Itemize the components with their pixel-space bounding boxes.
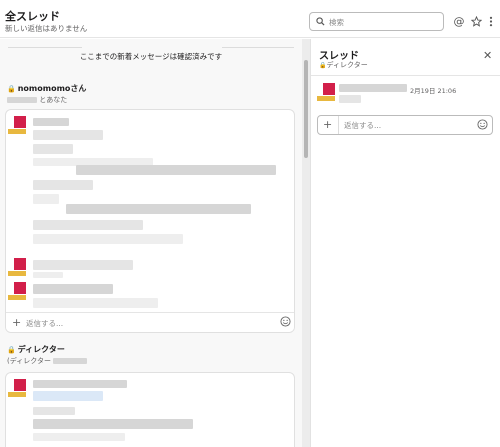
conversation-title[interactable]: 🔒 nomomomoさん	[7, 83, 86, 94]
thread-panel: スレッド 🔒ディレクター ✕ 2月19日 21:06 + 返信する...	[311, 39, 500, 447]
redacted-text	[33, 433, 125, 441]
reply-box-separator	[338, 116, 339, 134]
message-card: + 返信する...	[5, 109, 295, 333]
search-input[interactable]	[329, 15, 439, 29]
threads-feed: ここまでの新着メッセージは確認済みです 🔒 nomomomoさん とあなた + …	[0, 39, 302, 447]
redacted-text	[33, 144, 73, 154]
mention-icon[interactable]: @	[452, 14, 466, 28]
redacted-text	[76, 165, 276, 175]
redacted-text	[33, 407, 75, 415]
star-icon[interactable]	[469, 14, 483, 28]
avatar[interactable]	[8, 379, 26, 397]
redacted-text	[33, 194, 59, 204]
redacted-name	[53, 358, 88, 364]
redacted-text	[33, 272, 63, 278]
page-subtitle: 新しい返信はありません	[5, 24, 88, 33]
conversation-name: ディレクター	[17, 345, 65, 354]
close-icon[interactable]: ✕	[483, 49, 492, 62]
more-icon[interactable]	[484, 14, 498, 28]
reply-placeholder: 返信する...	[26, 319, 64, 328]
conversation-name: nomomomoさん	[17, 84, 87, 93]
redacted-text	[33, 391, 103, 401]
thread-channel-name: ディレクター	[326, 61, 368, 69]
conversation-title[interactable]: 🔒 ディレクター	[7, 344, 65, 355]
redacted-text	[33, 419, 193, 429]
thread-divider	[311, 75, 500, 76]
redacted-text	[33, 234, 183, 244]
read-notice: ここまでの新着メッセージは確認済みです	[79, 52, 223, 61]
conversation-members: とあなた	[39, 96, 68, 104]
message-card	[5, 372, 295, 447]
plus-icon[interactable]: +	[12, 316, 21, 329]
redacted-name	[339, 84, 407, 92]
page-title: 全スレッド	[5, 10, 60, 23]
redacted-text	[33, 130, 103, 140]
avatar[interactable]	[317, 83, 335, 101]
redacted-text	[33, 284, 113, 294]
search-box[interactable]	[309, 12, 444, 31]
lock-icon: 🔒	[7, 85, 16, 93]
redacted-text	[339, 95, 361, 103]
lock-icon: 🔒	[7, 346, 16, 354]
plus-icon[interactable]: +	[323, 118, 332, 131]
avatar[interactable]	[8, 116, 26, 134]
avatar[interactable]	[8, 282, 26, 300]
app-window: 全スレッド 新しい返信はありません @ ここまでの新着メッセージは確認済みです …	[0, 0, 500, 447]
feed-scrollbar[interactable]	[302, 39, 310, 447]
redacted-text	[33, 180, 93, 190]
reply-placeholder: 返信する...	[344, 121, 382, 130]
divider-line	[8, 47, 82, 48]
emoji-icon[interactable]	[477, 119, 488, 130]
redacted-text	[33, 220, 143, 230]
redacted-text	[33, 380, 127, 388]
redacted-name	[7, 97, 37, 103]
conversation-members: (ディレクター	[7, 357, 51, 365]
reply-box[interactable]: + 返信する...	[6, 312, 294, 332]
redacted-text	[33, 260, 133, 270]
redacted-text	[33, 118, 69, 126]
message-timestamp[interactable]: 2月19日 21:06	[410, 85, 456, 95]
redacted-text	[66, 204, 251, 214]
avatar[interactable]	[8, 258, 26, 276]
scrollbar-thumb[interactable]	[304, 60, 308, 158]
conversation-subtitle: とあなた	[7, 95, 67, 105]
top-bar: 全スレッド 新しい返信はありません @	[0, 0, 500, 38]
divider-line	[222, 47, 294, 48]
thread-channel[interactable]: 🔒ディレクター	[319, 60, 368, 70]
emoji-icon[interactable]	[280, 316, 291, 327]
search-icon	[316, 17, 325, 26]
thread-reply-box[interactable]: + 返信する...	[317, 115, 493, 135]
redacted-text	[33, 298, 158, 308]
conversation-subtitle: (ディレクター	[7, 356, 88, 366]
